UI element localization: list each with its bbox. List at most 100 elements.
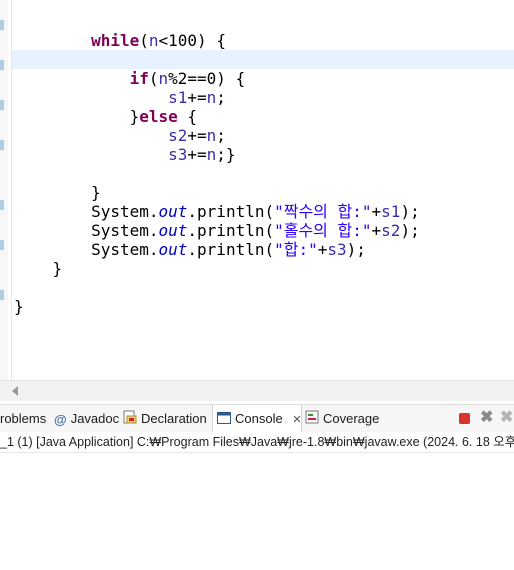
code-line[interactable]: } <box>14 259 63 278</box>
code-token: System. <box>91 221 159 240</box>
code-line[interactable]: System.out.println("홀수의 합:"+s2); <box>14 221 420 240</box>
tab-javadoc-label: Javadoc <box>70 411 120 426</box>
editor-gutter <box>0 0 8 380</box>
horizontal-scrollbar[interactable] <box>0 380 514 401</box>
code-token: else <box>139 107 178 126</box>
code-line[interactable]: s3+=n;} <box>14 145 236 164</box>
console-separator <box>0 452 514 453</box>
code-token: s2 <box>168 126 188 145</box>
remove-launch-icon[interactable]: ✖ <box>480 408 493 428</box>
code-token: + <box>371 202 382 221</box>
code-token: "짝수의 합:" <box>274 202 372 221</box>
code-token: "홀수의 합:" <box>274 221 372 240</box>
code-line[interactable]: System.out.println("짝수의 합:"+s1); <box>14 202 420 221</box>
tab-problems-label: roblems <box>0 411 47 426</box>
code-token: n <box>148 31 159 50</box>
code-token: out <box>158 240 188 259</box>
code-token: ( <box>139 31 149 50</box>
tab-console-label: Console <box>235 411 283 426</box>
terminate-icon[interactable] <box>459 413 470 424</box>
tab-declaration-label: Declaration <box>141 411 207 426</box>
code-token: s3 <box>327 240 347 259</box>
code-token: ( <box>148 69 159 88</box>
code-token: .println( <box>187 202 275 221</box>
code-token: += <box>187 126 207 145</box>
gutter-marker <box>0 100 4 110</box>
tab-declaration[interactable]: Declaration <box>123 405 209 432</box>
code-line[interactable]: } <box>14 297 24 316</box>
tab-problems[interactable]: roblems <box>0 405 48 432</box>
code-token: + <box>317 240 328 259</box>
gutter-marker <box>0 290 4 300</box>
code-line[interactable]: if(n%2==0) { <box>14 69 246 88</box>
code-token: ); <box>400 221 420 240</box>
console-icon <box>217 406 231 433</box>
code-token: System. <box>91 240 159 259</box>
code-token: ; <box>216 126 226 145</box>
gutter-marker <box>0 140 4 150</box>
code-line[interactable]: s2+=n; <box>14 126 226 145</box>
tab-javadoc[interactable]: @ Javadoc <box>54 405 120 432</box>
code-token: ); <box>400 202 420 221</box>
code-token: ; <box>216 88 226 107</box>
code-token: %2==0) { <box>168 69 246 88</box>
tab-coverage[interactable]: Coverage <box>305 405 385 432</box>
code-token: n <box>206 126 217 145</box>
code-line[interactable]: System.out.println("합:"+s3); <box>14 240 366 259</box>
code-token: ;} <box>216 145 236 164</box>
scroll-left-arrow-icon[interactable] <box>12 386 18 396</box>
code-token: s1 <box>381 202 401 221</box>
code-token: n <box>158 69 169 88</box>
gutter-marker <box>0 200 4 210</box>
code-token: += <box>187 88 207 107</box>
view-tab-bar: roblems @ Javadoc Declaration Console ✕ C… <box>0 404 514 433</box>
code-editor[interactable]: while(n<100) { if(n%2==0) { s1+=n; }else… <box>0 0 514 380</box>
code-line[interactable]: }else { <box>14 107 197 126</box>
tab-console[interactable]: Console ✕ <box>212 405 302 432</box>
code-token: n <box>206 88 217 107</box>
code-token: + <box>371 221 382 240</box>
code-token: s3 <box>168 145 188 164</box>
tab-coverage-label: Coverage <box>323 411 380 426</box>
code-token: s2 <box>381 221 401 240</box>
javadoc-icon: @ <box>54 412 67 428</box>
code-token: { <box>177 107 198 126</box>
code-token: .println( <box>187 240 275 259</box>
code-token: out <box>158 202 188 221</box>
code-token: out <box>158 221 188 240</box>
code-token: <100) { <box>158 31 226 50</box>
gutter-marker <box>0 60 4 70</box>
code-token: if <box>129 69 149 88</box>
code-token: "합:" <box>274 240 318 259</box>
code-token: } <box>91 183 101 202</box>
console-launch-info: _1 (1) [Java Application] C:₩Program Fil… <box>0 432 514 452</box>
coverage-icon <box>305 406 319 433</box>
code-token: s1 <box>168 88 188 107</box>
code-token: } <box>129 107 140 126</box>
remove-all-terminated-icon[interactable]: ✖ <box>500 408 513 428</box>
code-token: while <box>91 31 140 50</box>
gutter-marker <box>0 240 4 250</box>
close-tab-icon[interactable]: ✕ <box>292 414 301 426</box>
code-token: } <box>14 297 24 316</box>
code-token: System. <box>91 202 159 221</box>
code-line[interactable]: while(n<100) { <box>14 31 226 50</box>
current-line-highlight <box>12 50 514 69</box>
code-line[interactable]: s1+=n; <box>14 88 226 107</box>
code-token: } <box>52 259 63 278</box>
code-token: n <box>206 145 217 164</box>
code-token: ); <box>346 240 366 259</box>
code-token: .println( <box>187 221 275 240</box>
code-line[interactable]: } <box>14 183 101 202</box>
gutter-marker <box>0 20 4 30</box>
